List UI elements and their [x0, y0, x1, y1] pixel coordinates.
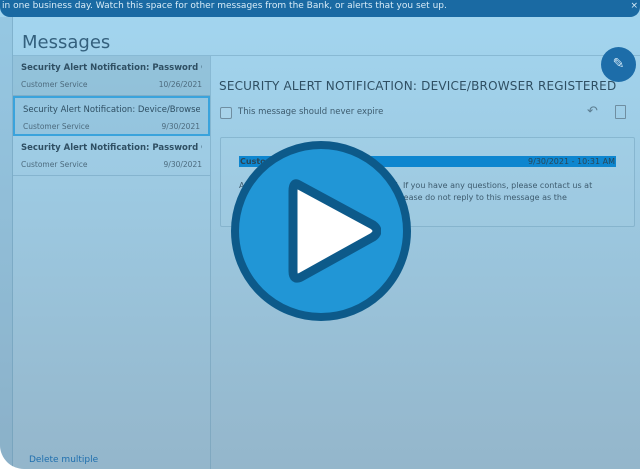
screen: in one business day. Watch this space fo…	[0, 0, 640, 469]
message-date: 9/30/2021	[161, 122, 200, 131]
list-item[interactable]: Security Alert Notification: Password C.…	[13, 136, 210, 176]
message-date: 9/30/2021	[163, 160, 202, 169]
message-from: Customer Service	[23, 122, 90, 131]
list-item[interactable]: Security Alert Notification: Password C.…	[13, 56, 210, 96]
message-from: Customer Service	[21, 80, 88, 89]
never-expire-checkbox[interactable]	[220, 107, 232, 119]
message-subject: Security Alert Notification: Device/Brow…	[23, 105, 200, 115]
message-heading: SECURITY ALERT NOTIFICATION: DEVICE/BROW…	[219, 79, 617, 93]
never-expire-label: This message should never expire	[238, 107, 384, 117]
play-icon	[288, 179, 381, 283]
page-title: Messages	[22, 32, 111, 53]
info-banner: in one business day. Watch this space fo…	[0, 0, 640, 17]
list-item[interactable]: Security Alert Notification: Device/Brow…	[13, 96, 210, 136]
close-icon[interactable]: ×	[630, 0, 638, 12]
message-from: Customer Service	[21, 160, 88, 169]
banner-text: in one business day. Watch this space fo…	[2, 1, 447, 11]
message-subject: Security Alert Notification: Password C.…	[21, 63, 202, 73]
pencil-icon: ✎	[612, 56, 625, 72]
message-timestamp: 9/30/2021 - 10:31 AM	[528, 157, 615, 166]
delete-multiple-link[interactable]: Delete multiple	[29, 455, 98, 466]
message-subject: Security Alert Notification: Password C.…	[21, 143, 202, 153]
play-button[interactable]	[231, 141, 411, 321]
message-list: Security Alert Notification: Password C.…	[13, 56, 211, 469]
reply-icon[interactable]: ↶	[587, 104, 598, 119]
compose-button[interactable]: ✎	[601, 47, 636, 82]
trash-icon[interactable]	[615, 105, 626, 119]
side-rail	[0, 17, 13, 469]
message-date: 10/26/2021	[158, 80, 202, 89]
